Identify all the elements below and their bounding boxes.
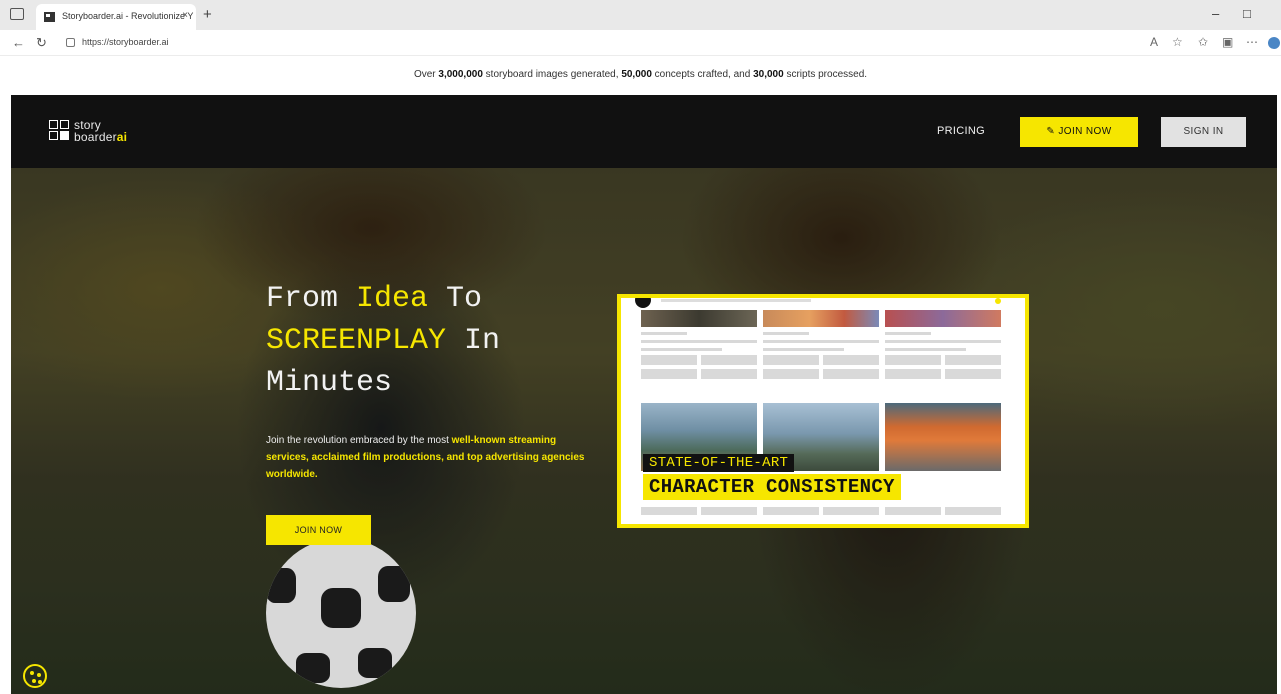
restore-icon[interactable]: □ <box>1243 6 1251 21</box>
logo-line-2: boarder <box>74 130 117 144</box>
back-icon[interactable]: ← <box>12 35 25 50</box>
heading-text: From <box>266 282 357 316</box>
soccer-ball-image <box>266 538 416 688</box>
cookie-settings-icon[interactable] <box>23 664 47 688</box>
tab-close-icon[interactable]: × <box>182 10 188 21</box>
announcement-bar: Over 3,000,000 storyboard images generat… <box>0 57 1281 95</box>
nav-pricing-link[interactable]: PRICING <box>937 125 985 137</box>
hero-heading: From Idea To SCREENPLAY In Minutes <box>266 278 606 404</box>
logo-square-icon <box>49 120 58 129</box>
preview-screenshot: STATE-OF-THE-ART CHARACTER CONSISTENCY <box>621 298 1025 524</box>
heading-highlight: Idea <box>356 282 429 316</box>
subtitle-text: Join the revolution embraced by the most <box>266 435 452 446</box>
tab-title: Storyboarder.ai - Revolutionize Y <box>62 11 194 21</box>
browser-tab[interactable]: Storyboarder.ai - Revolutionize Y × <box>36 4 196 30</box>
url-input[interactable]: https://storyboarder.ai <box>82 37 169 47</box>
character-image <box>885 403 1001 471</box>
announce-text-4: scripts processed. <box>783 69 868 80</box>
product-preview-card: STATE-OF-THE-ART CHARACTER CONSISTENCY <box>617 294 1029 528</box>
window-menu-icon[interactable] <box>10 8 24 20</box>
new-tab-icon[interactable]: + <box>203 6 212 23</box>
site-header: story boarderai PRICING ✎ JOIN NOW SIGN … <box>11 95 1277 168</box>
logo-ai: ai <box>116 130 128 144</box>
logo-square-icon <box>49 131 58 140</box>
preview-avatar-icon <box>635 298 651 308</box>
character-consistency-badge: CHARACTER CONSISTENCY <box>643 474 901 500</box>
site-info-icon[interactable] <box>66 38 75 47</box>
minimize-icon[interactable]: – <box>1212 6 1219 21</box>
more-icon[interactable]: ⋯ <box>1246 35 1258 49</box>
address-bar-row: ← ↻ https://storyboarder.ai A ☆ ✩ ▣ ⋯ <box>0 30 1281 56</box>
header-join-now-button[interactable]: ✎ JOIN NOW <box>1020 117 1138 147</box>
heading-text: Minutes <box>266 366 393 400</box>
site-viewport: story boarderai PRICING ✎ JOIN NOW SIGN … <box>11 95 1277 694</box>
concepts-count: 50,000 <box>621 69 652 80</box>
hero-join-now-button[interactable]: JOIN NOW <box>266 515 371 545</box>
storyboarder-logo[interactable]: story boarderai <box>49 119 149 148</box>
favorite-icon[interactable]: ☆ <box>1172 35 1183 49</box>
refresh-icon[interactable]: ↻ <box>36 35 47 51</box>
state-of-the-art-badge: STATE-OF-THE-ART <box>643 454 795 472</box>
profile-avatar[interactable] <box>1268 37 1280 49</box>
heading-text: To <box>428 282 483 316</box>
hero-subtitle: Join the revolution embraced by the most… <box>266 432 596 483</box>
preview-column <box>641 310 757 379</box>
logo-square-icon <box>60 120 69 129</box>
logo-square-icon <box>60 131 69 140</box>
read-aloud-icon[interactable]: A <box>1150 35 1158 49</box>
heading-text: In <box>446 324 501 358</box>
images-count: 3,000,000 <box>438 69 483 80</box>
favicon-icon <box>44 12 55 22</box>
announce-text-3: concepts crafted, and <box>651 69 754 80</box>
logo-text: story boarderai <box>74 119 127 143</box>
favorites-icon[interactable]: ✩ <box>1198 35 1208 49</box>
preview-column <box>885 310 1001 379</box>
extensions-icon[interactable]: ▣ <box>1222 35 1233 49</box>
scripts-count: 30,000 <box>753 69 784 80</box>
preview-column <box>763 310 879 379</box>
heading-highlight: SCREENPLAY <box>266 324 447 358</box>
announce-text-2: storyboard images generated, <box>482 69 622 80</box>
announce-text-1: Over <box>413 69 439 80</box>
browser-tab-bar: Storyboarder.ai - Revolutionize Y × + – … <box>0 0 1281 30</box>
hero-section: From Idea To SCREENPLAY In Minutes Join … <box>11 168 1277 694</box>
sign-in-button[interactable]: SIGN IN <box>1161 117 1246 147</box>
